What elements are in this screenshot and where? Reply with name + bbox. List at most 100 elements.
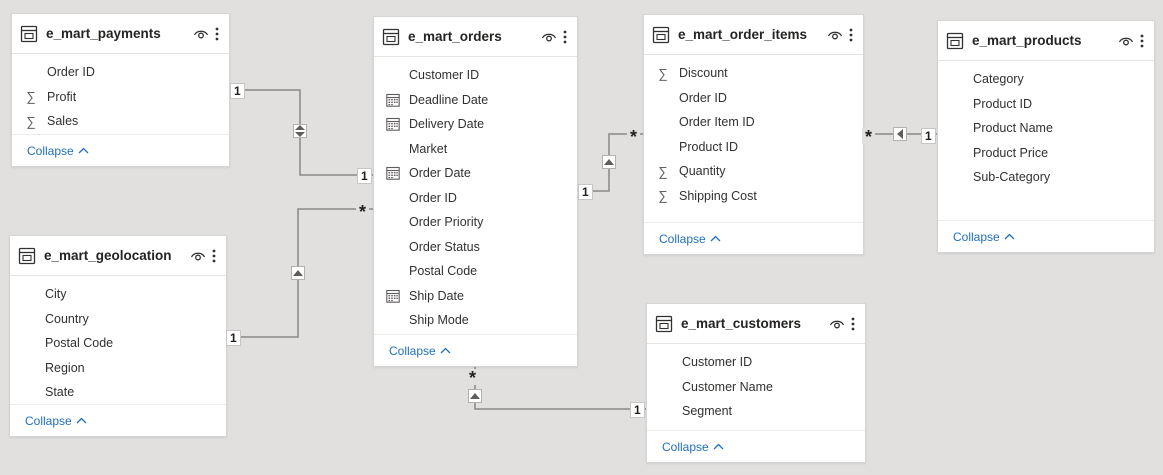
sigma-icon: ∑	[658, 188, 668, 204]
field-item[interactable]: Product ID	[938, 92, 1154, 117]
cardinality-label: 1	[226, 330, 241, 346]
more-options-icon[interactable]	[847, 27, 855, 43]
cross-filter-both-icon[interactable]	[293, 124, 307, 138]
field-item[interactable]: Segment	[647, 399, 865, 424]
field-item[interactable]: Ship Date	[374, 284, 577, 309]
field-label: Order ID	[47, 65, 95, 80]
field-label: Customer ID	[409, 68, 480, 83]
field-label: Product ID	[973, 96, 1033, 111]
more-options-icon[interactable]	[213, 26, 221, 42]
field-item[interactable]: ∑ Profit	[12, 85, 229, 110]
field-item[interactable]: Customer ID	[374, 63, 577, 88]
field-label: Ship Mode	[409, 313, 469, 328]
field-item[interactable]: Product ID	[644, 135, 863, 160]
field-list: Customer ID Deadline Date Delivery Date Mar…	[374, 57, 577, 333]
field-label: Market	[409, 141, 448, 156]
table-card-orders[interactable]: e_mart_orders Customer ID Deadline Date Del…	[373, 16, 578, 367]
field-item[interactable]: Order Status	[374, 235, 577, 260]
table-card-order-items[interactable]: e_mart_order_items ∑ Discount Order ID Order…	[643, 14, 864, 255]
field-item[interactable]: Market	[374, 137, 577, 162]
field-item[interactable]: Deadline Date	[374, 88, 577, 113]
rel-line-geolocation-orders[interactable]	[240, 208, 373, 338]
field-item[interactable]: Order Item ID	[644, 110, 863, 135]
table-card-geolocation[interactable]: e_mart_geolocation City Country Postal Code…	[9, 235, 227, 437]
table-icon	[652, 26, 670, 43]
chevron-up-icon	[713, 443, 724, 450]
field-label: Quantity	[679, 164, 726, 179]
field-item[interactable]: Postal Code	[374, 259, 577, 284]
collapse-button[interactable]: Collapse	[25, 414, 87, 428]
field-label: Order Status	[409, 239, 480, 254]
field-label: Region	[45, 360, 85, 375]
table-icon	[382, 28, 400, 45]
chevron-up-icon	[78, 147, 89, 154]
collapse-label: Collapse	[25, 413, 72, 428]
calendar-icon	[386, 166, 400, 180]
field-label: Sub-Category	[973, 170, 1051, 185]
field-item[interactable]: Order Priority	[374, 210, 577, 235]
field-item[interactable]: Product Price	[938, 141, 1154, 166]
field-item[interactable]: Region	[10, 356, 226, 381]
field-label: Segment	[682, 404, 733, 419]
cross-filter-up-icon[interactable]	[468, 389, 482, 403]
field-label: Postal Code	[409, 264, 478, 279]
field-item[interactable]: Order ID	[374, 186, 577, 211]
table-card-payments[interactable]: e_mart_payments Order ID ∑ Profit ∑ Sales Coll…	[11, 13, 230, 167]
field-item[interactable]: ∑ Quantity	[644, 159, 863, 184]
cardinality-label: *	[466, 369, 480, 387]
field-label: Shipping Cost	[679, 188, 757, 203]
collapse-button[interactable]: Collapse	[27, 144, 89, 158]
cross-filter-up-icon[interactable]	[291, 266, 305, 280]
cross-filter-up-icon[interactable]	[602, 155, 616, 169]
collapse-button[interactable]: Collapse	[389, 344, 451, 358]
table-header[interactable]: e_mart_geolocation	[10, 236, 226, 276]
field-item[interactable]: ∑ Discount	[644, 61, 863, 86]
eye-icon[interactable]	[827, 27, 843, 43]
field-list: City Country Postal Code Region State	[10, 276, 226, 405]
collapse-button[interactable]: Collapse	[953, 230, 1015, 244]
field-item[interactable]: Order Date	[374, 161, 577, 186]
field-item[interactable]: City	[10, 282, 226, 307]
cardinality-label: *	[627, 128, 641, 146]
eye-icon[interactable]	[193, 26, 209, 42]
field-item[interactable]: Customer ID	[647, 350, 865, 375]
table-header[interactable]: e_mart_orders	[374, 17, 577, 57]
collapse-button[interactable]: Collapse	[662, 440, 724, 454]
more-options-icon[interactable]	[1138, 33, 1146, 49]
field-item[interactable]: Delivery Date	[374, 112, 577, 137]
field-item[interactable]: Country	[10, 307, 226, 332]
field-item[interactable]: State	[10, 380, 226, 405]
table-header[interactable]: e_mart_customers	[647, 304, 865, 344]
eye-icon[interactable]	[1118, 33, 1134, 49]
eye-icon[interactable]	[190, 248, 206, 264]
field-label: Country	[45, 311, 89, 326]
field-item[interactable]: Postal Code	[10, 331, 226, 356]
collapse-button[interactable]: Collapse	[659, 232, 721, 246]
field-item[interactable]: Ship Mode	[374, 308, 577, 333]
table-title: e_mart_payments	[46, 26, 161, 41]
rel-line-customers-orders[interactable]	[474, 367, 646, 410]
more-options-icon[interactable]	[561, 29, 569, 45]
table-header[interactable]: e_mart_products	[938, 21, 1154, 61]
field-item[interactable]: ∑ Sales	[12, 109, 229, 134]
table-card-customers[interactable]: e_mart_customers Customer ID Customer Name…	[646, 303, 866, 463]
eye-icon[interactable]	[541, 29, 557, 45]
eye-icon[interactable]	[829, 316, 845, 332]
field-item[interactable]: Order ID	[644, 86, 863, 111]
more-options-icon[interactable]	[210, 248, 218, 264]
field-item[interactable]: ∑ Shipping Cost	[644, 184, 863, 209]
calendar-icon	[386, 117, 400, 131]
collapse-label: Collapse	[662, 439, 709, 454]
field-item[interactable]: Category	[938, 67, 1154, 92]
field-item[interactable]: Customer Name	[647, 375, 865, 400]
cross-filter-left-icon[interactable]	[893, 127, 907, 141]
field-item[interactable]: Sub-Category	[938, 165, 1154, 190]
field-label: Delivery Date	[409, 117, 485, 132]
table-header[interactable]: e_mart_order_items	[644, 15, 863, 55]
table-card-products[interactable]: e_mart_products Category Product ID Product…	[937, 20, 1155, 253]
field-item[interactable]: Product Name	[938, 116, 1154, 141]
more-options-icon[interactable]	[849, 316, 857, 332]
cardinality-label: 1	[630, 402, 645, 418]
field-item[interactable]: Order ID	[12, 60, 229, 85]
table-header[interactable]: e_mart_payments	[12, 14, 229, 54]
